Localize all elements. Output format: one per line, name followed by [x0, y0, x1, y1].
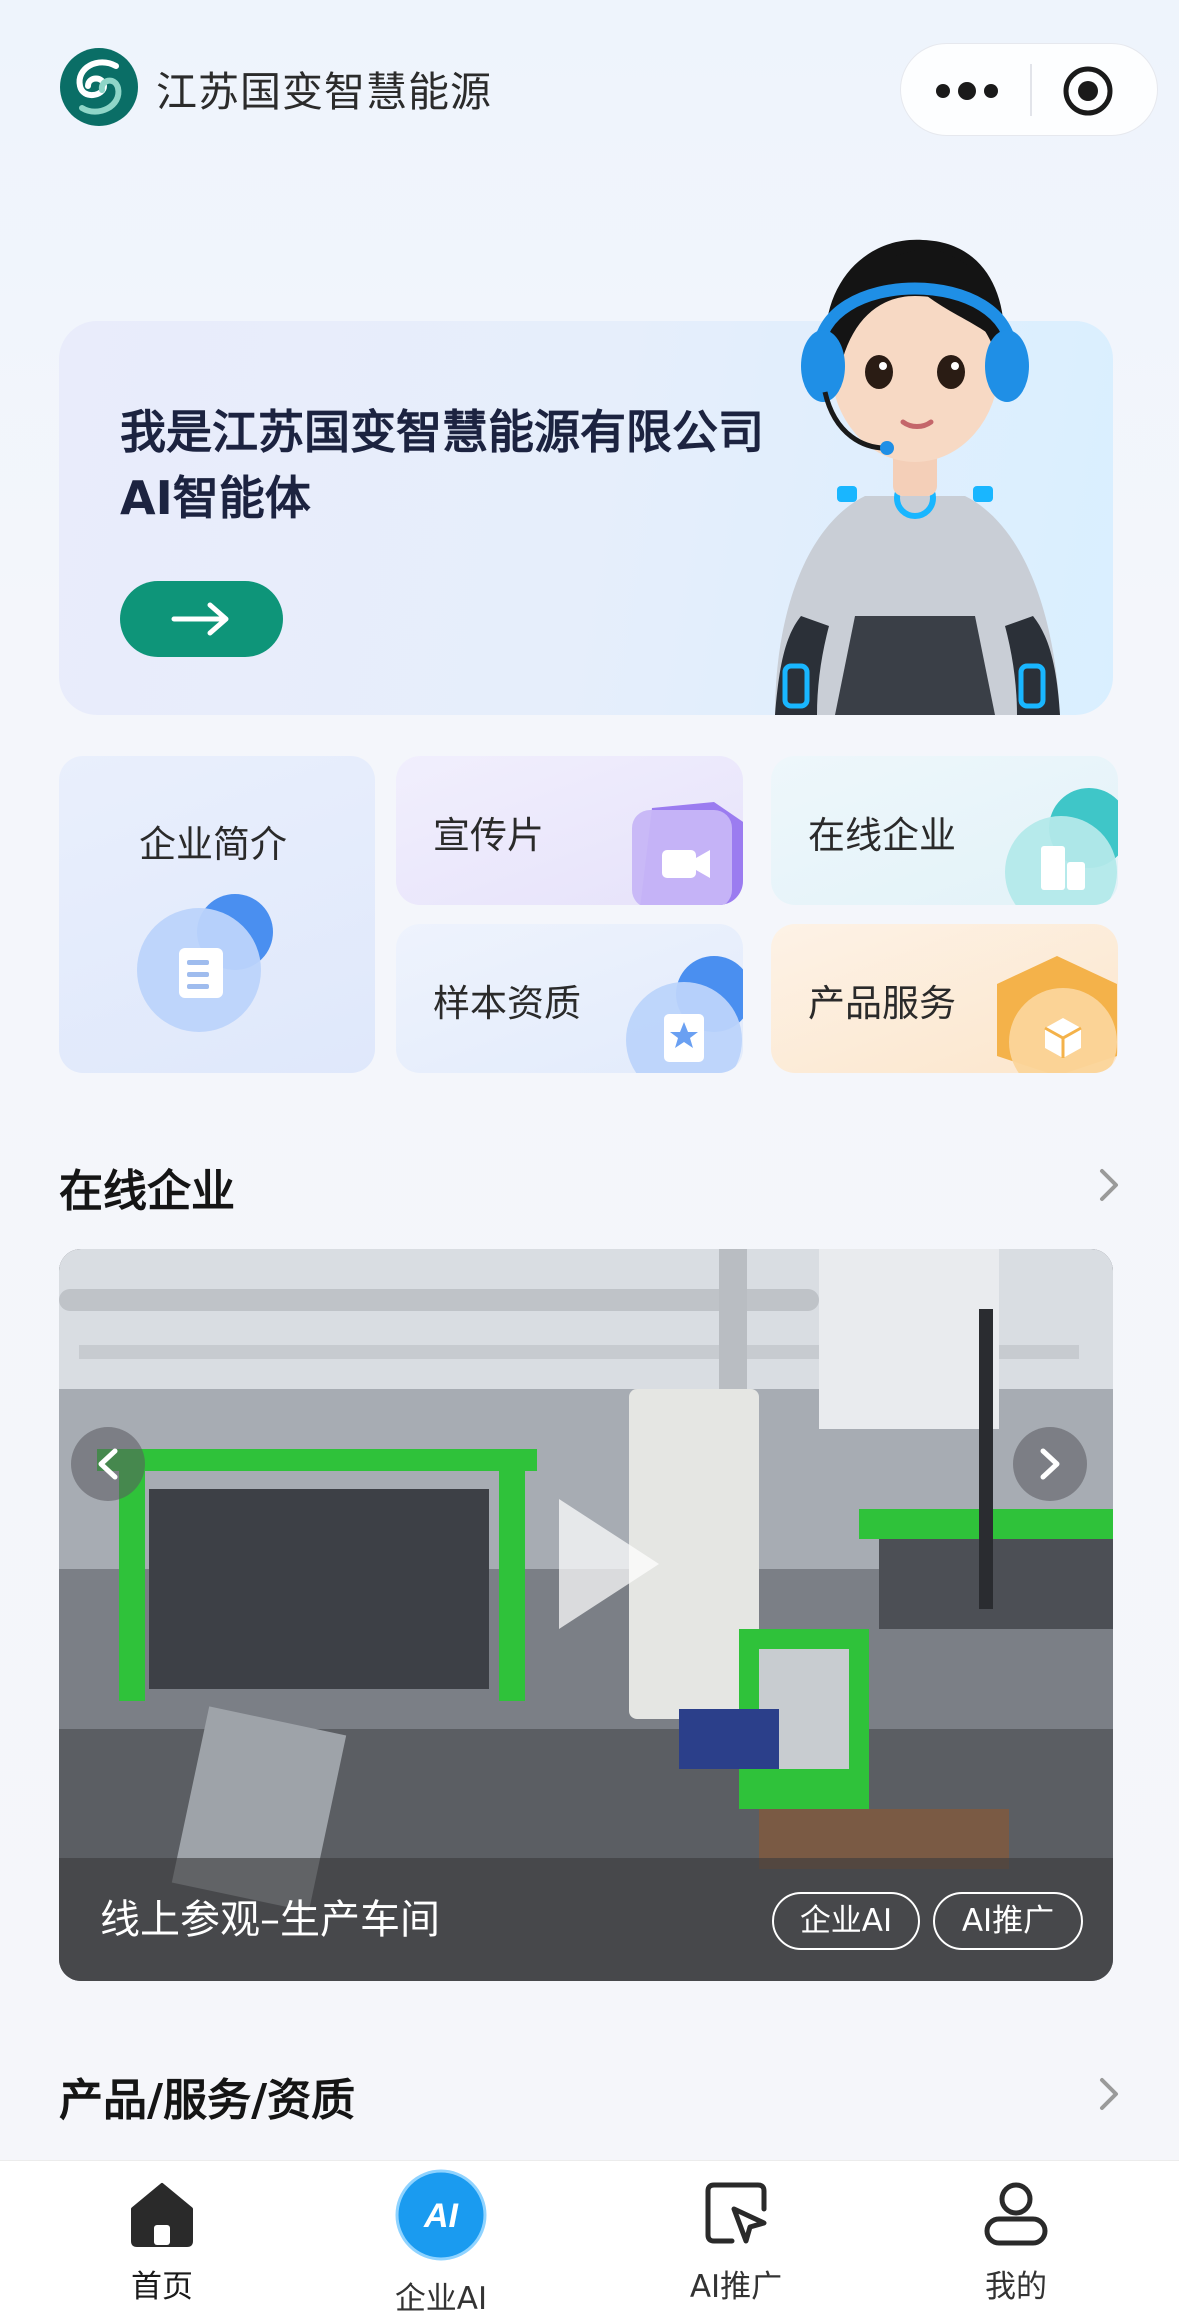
- tag-enterprise-ai[interactable]: 企业AI: [772, 1892, 920, 1950]
- video-caption-bar: 线上参观–生产车间 企业AI AI推广: [59, 1858, 1113, 1981]
- tab-mine-label: 我的: [985, 2269, 1047, 2305]
- tab-enterprise-ai-label: 企业AI: [394, 2281, 488, 2316]
- card-online-company-label: 在线企业: [808, 814, 956, 857]
- mini-program-capsule: [900, 43, 1158, 136]
- tab-home-label: 首页: [131, 2269, 193, 2305]
- certificate-icon: [626, 956, 743, 1073]
- svg-text:AI: AI: [423, 2197, 460, 2235]
- play-icon[interactable]: [539, 1489, 669, 1639]
- card-sample-qualification-label: 样本资质: [433, 982, 581, 1025]
- cursor-window-icon: [705, 2182, 767, 2244]
- tab-ai-promotion-label: AI推广: [689, 2269, 783, 2305]
- tab-ai-promotion[interactable]: AI推广: [636, 2161, 836, 2316]
- next-slide-button[interactable]: [1013, 1427, 1087, 1501]
- target-circle-icon[interactable]: [1061, 64, 1115, 118]
- hero-title: 我是江苏国变智慧能源有限公司AI智能体: [120, 405, 764, 525]
- more-dots-icon[interactable]: [929, 71, 1005, 111]
- card-promo-video[interactable]: 宣传片: [396, 756, 743, 905]
- card-promo-video-label: 宣传片: [433, 814, 544, 857]
- arrow-right-icon: [171, 602, 229, 636]
- ai-badge-icon: AI: [395, 2169, 487, 2261]
- hero-start-button[interactable]: [120, 581, 283, 657]
- document-icon: [137, 894, 273, 1032]
- tag-ai-promotion[interactable]: AI推广: [933, 1892, 1083, 1950]
- card-online-company[interactable]: 在线企业: [771, 756, 1118, 905]
- tab-home[interactable]: 首页: [62, 2161, 262, 2316]
- header: 江苏国变智慧能源: [0, 0, 1179, 175]
- card-company-intro-label: 企业简介: [139, 823, 287, 866]
- capsule-divider: [1030, 64, 1032, 116]
- home-page: 江苏国变智慧能源 我是江苏国变智慧能源有限公司AI智能体 企业简介 宣传片 在线…: [0, 0, 1179, 2316]
- cube-icon: [997, 956, 1117, 1073]
- card-company-intro[interactable]: 企业简介: [59, 756, 375, 1073]
- tab-enterprise-ai[interactable]: AI 企业AI: [341, 2161, 541, 2316]
- ai-assistant-avatar: [775, 239, 1060, 715]
- products-section-title: 产品/服务/资质: [59, 2075, 356, 2126]
- card-products-services-label: 产品服务: [808, 982, 956, 1025]
- tab-mine[interactable]: 我的: [916, 2161, 1116, 2316]
- chevron-right-icon: [1040, 1448, 1060, 1480]
- prev-slide-button[interactable]: [71, 1427, 145, 1501]
- video-camera-icon: [632, 802, 743, 905]
- home-icon: [131, 2183, 193, 2247]
- building-icon: [1005, 788, 1118, 905]
- card-sample-qualification[interactable]: 样本资质: [396, 924, 743, 1073]
- brand-name: 江苏国变智慧能源: [156, 68, 492, 116]
- chevron-right-icon[interactable]: [1094, 1165, 1124, 1205]
- user-icon: [984, 2182, 1048, 2246]
- workshop-video[interactable]: 线上参观–生产车间 企业AI AI推广: [59, 1249, 1113, 1981]
- company-logo-icon: [60, 48, 138, 126]
- bottom-tab-bar: 首页 AI 企业AI AI推广 我的: [0, 2160, 1179, 2316]
- chevron-left-icon: [98, 1448, 118, 1480]
- chevron-right-icon[interactable]: [1094, 2074, 1124, 2114]
- card-products-services[interactable]: 产品服务: [771, 924, 1118, 1073]
- online-section-title: 在线企业: [59, 1166, 235, 1217]
- video-caption: 线上参观–生产车间: [100, 1897, 440, 1943]
